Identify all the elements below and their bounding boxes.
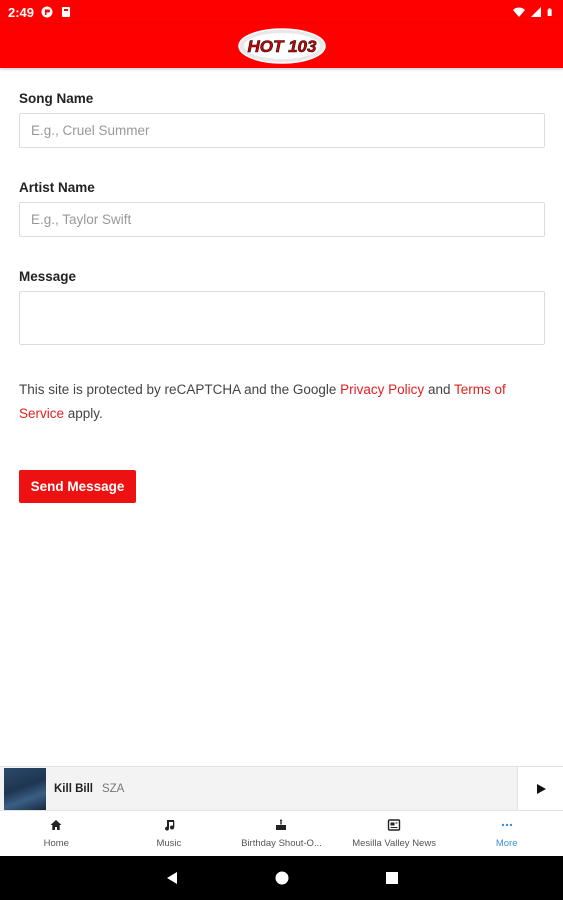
song-name-input[interactable]: E.g., Cruel Summer xyxy=(19,113,545,148)
home-circle-icon[interactable] xyxy=(274,870,290,886)
system-nav-bar xyxy=(0,856,563,900)
news-icon xyxy=(387,819,401,831)
nav-item-news[interactable]: Mesilla Valley News xyxy=(338,811,451,856)
artist-name-placeholder: E.g., Taylor Swift xyxy=(31,212,132,227)
app-header: HOT 103 xyxy=(0,24,563,68)
nav-label-music: Music xyxy=(156,838,182,849)
artist-name-label: Artist Name xyxy=(19,180,95,195)
storage-notification-icon xyxy=(62,7,71,17)
nav-item-birthday[interactable]: Birthday Shout-O... xyxy=(225,811,338,856)
music-note-icon xyxy=(164,820,175,831)
artist-name-input[interactable]: E.g., Taylor Swift xyxy=(19,202,545,237)
notice-suffix: apply. xyxy=(64,406,103,421)
notice-middle: and xyxy=(424,382,454,397)
play-icon xyxy=(536,783,546,794)
nav-label-home: Home xyxy=(43,838,69,849)
hot-103-logo[interactable]: HOT 103 xyxy=(237,26,326,66)
nav-item-music[interactable]: Music xyxy=(113,811,226,856)
mini-player[interactable]: Kill Bill SZA xyxy=(0,766,563,811)
nav-label-birthday: Birthday Shout-O... xyxy=(241,838,322,849)
track-title: Kill Bill xyxy=(54,782,93,795)
notice-prefix: This site is protected by reCAPTCHA and … xyxy=(19,382,341,397)
song-name-placeholder: E.g., Cruel Summer xyxy=(31,123,150,138)
play-button[interactable] xyxy=(517,766,563,811)
signal-icon xyxy=(531,7,541,17)
cake-icon xyxy=(276,819,287,830)
message-textarea[interactable] xyxy=(19,291,545,345)
recents-icon[interactable] xyxy=(384,870,400,886)
send-message-button[interactable]: Send Message xyxy=(19,470,136,503)
message-label: Message xyxy=(19,269,77,284)
song-name-label: Song Name xyxy=(19,91,94,106)
back-icon[interactable] xyxy=(164,870,180,886)
status-bar: 2:49 xyxy=(0,0,563,24)
song-request-form: Song Name E.g., Cruel Summer Artist Name… xyxy=(19,68,545,345)
svg-text:HOT 103: HOT 103 xyxy=(247,37,317,56)
battery-icon xyxy=(547,8,552,16)
nav-item-more[interactable]: More xyxy=(450,811,563,856)
bottom-nav: Home Music Birthday Shout-O... Mesilla V… xyxy=(0,810,563,856)
app-notification-icon xyxy=(41,6,53,18)
album-art xyxy=(4,767,46,810)
privacy-policy-link[interactable]: Privacy Policy xyxy=(340,382,424,397)
recaptcha-notice: This site is protected by reCAPTCHA and … xyxy=(19,378,545,426)
status-time: 2:49 xyxy=(8,4,35,20)
wifi-icon xyxy=(513,7,525,17)
more-icon xyxy=(501,823,512,827)
track-artist: SZA xyxy=(101,782,125,795)
nav-item-home[interactable]: Home xyxy=(0,811,113,856)
home-icon xyxy=(50,820,62,830)
nav-label-news: Mesilla Valley News xyxy=(352,838,436,849)
nav-label-more: More xyxy=(495,838,518,849)
